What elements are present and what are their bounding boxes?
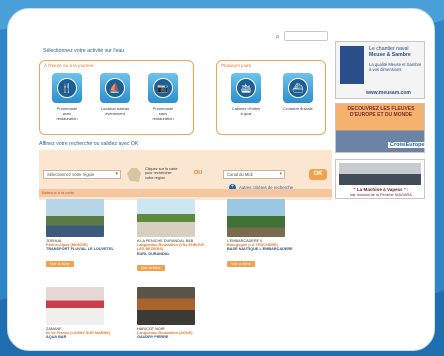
- activity-card-cabines[interactable]: 🛳 Cabines d'hôtes à quai: [231, 73, 261, 116]
- boat-photo[interactable]: [227, 199, 285, 237]
- view-details-button[interactable]: Voir la fiche: [227, 260, 255, 267]
- result-item[interactable]: HARICOT NOIR Languedoc-Roussillon (AGDE)…: [137, 287, 211, 340]
- result-item[interactable]: L'EMBARCADERE II Bourgogne (LA TRUCHERE)…: [227, 199, 301, 270]
- boat-icon: ⛵: [100, 73, 130, 103]
- card-caption: Promenade sans restauration: [152, 106, 174, 121]
- ad-subtitle: bar musical de la Péniche NIAGARA: [350, 193, 412, 197]
- cruise-boat-icon: ⛴: [283, 73, 313, 103]
- ad-headline: DECOUVREZ LES FLEUVES D'EUROPE ET DU MON…: [347, 106, 415, 118]
- search-icon[interactable]: ⌕: [276, 32, 280, 42]
- camera-icon: 📷: [148, 73, 178, 103]
- result-company: BASE NAUTIQUE L'EMBARCADERE: [227, 247, 293, 252]
- result-company: TRANSPORT FLUVIAL LE LOUVETEL: [46, 247, 114, 252]
- result-company: GAUDRY PIERRE: [137, 335, 169, 340]
- plate-icon: 🍴: [52, 73, 82, 103]
- card-caption: Promenade avec restauration: [56, 106, 78, 121]
- boat-photo[interactable]: [137, 287, 195, 325]
- activity-heading: Sélectionnez votre activité sur l'eau: [43, 48, 125, 54]
- ok-button[interactable]: OK: [309, 169, 327, 180]
- region-select[interactable]: Sélectionnez votre région: [43, 170, 121, 179]
- card-caption: Cabines d'hôtes à quai: [231, 106, 261, 116]
- boat-photo[interactable]: [46, 287, 104, 325]
- boat-photo[interactable]: [46, 199, 104, 237]
- multi-day-group: Plusieurs jours 🛳 Cabines d'hôtes à quai…: [216, 60, 326, 135]
- results-label: Bateaux à la carte: [42, 190, 75, 195]
- results-header: Bateaux à la carte: [39, 189, 332, 197]
- france-map-icon[interactable]: [127, 168, 141, 182]
- card-caption: Croisière fluviale: [283, 106, 313, 111]
- card-caption: Location bateau événement: [100, 106, 130, 116]
- ad-title: " La Machine à Vapeur " :: [353, 187, 409, 192]
- activity-card-promenade-sans-restauration[interactable]: 📷 Promenade sans restauration: [148, 73, 178, 121]
- view-details-button[interactable]: Voir la fiche: [46, 260, 74, 267]
- result-location: Languedoc-Roussillon (VILLENEUVE LES BEZ…: [137, 243, 205, 252]
- cabin-boat-icon: 🛳: [231, 73, 261, 103]
- result-item[interactable]: JOSHUA Rhône-Alpes (MONZIE) TRANSPORT FL…: [46, 199, 120, 270]
- or-label: OU: [194, 170, 203, 176]
- ad-meusam[interactable]: Le chantier naval Meuse & Sambre La qual…: [335, 41, 425, 99]
- activity-card-promenade-restauration[interactable]: 🍴 Promenade avec restauration: [52, 73, 82, 121]
- peniche-photo: [339, 163, 421, 185]
- activity-card-location-bateau[interactable]: ⛵ Location bateau événement: [100, 73, 130, 116]
- page-frame: ⌕ Sélectionnez votre activité sur l'eau …: [7, 8, 435, 351]
- day-activity-group: A l'heure ou à la journée 🍴 Promenade av…: [39, 60, 194, 135]
- ad-line: La qualité Meuse et Sambre à vos dimensi…: [369, 62, 422, 72]
- boat-photo[interactable]: [137, 199, 195, 237]
- ad-croisieurope[interactable]: DECOUVREZ LES FLEUVES D'EUROPE ET DU MON…: [335, 103, 427, 153]
- main-content: ⌕ Sélectionnez votre activité sur l'eau …: [34, 31, 332, 350]
- ad-niagara[interactable]: " La Machine à Vapeur " : bar musical de…: [335, 159, 425, 199]
- result-company: AQUA BAR: [46, 335, 67, 340]
- map-hint: Cliquez sur la carte pour rechercher vot…: [145, 167, 178, 180]
- refine-heading: Affinez votre recherche ou validez avec …: [39, 141, 139, 147]
- canal-select[interactable]: Canal du Midi: [223, 170, 285, 179]
- top-toolbar: ⌕: [34, 31, 332, 45]
- view-details-button[interactable]: Voir la fiche: [137, 265, 165, 272]
- result-item[interactable]: A LA PENICHE DURANDAL B&B Languedoc-Rous…: [137, 199, 211, 274]
- meusam-logo: [340, 46, 364, 84]
- result-item[interactable]: ZAMANF Ile de France (LAGNY SUR MARNE) A…: [46, 287, 120, 340]
- ad-line: Meuse & Sambre: [369, 52, 411, 58]
- result-company: EURL DURANDAL: [137, 251, 170, 256]
- group-label: Plusieurs jours: [221, 63, 252, 68]
- search-field[interactable]: [284, 31, 328, 41]
- group-label: A l'heure ou à la journée: [44, 63, 94, 68]
- ad-url[interactable]: www.meusam.com: [366, 90, 411, 96]
- croisieurope-logo: CroisiEurope: [388, 142, 427, 148]
- activity-card-croisiere[interactable]: ⛴ Croisière fluviale: [283, 73, 313, 111]
